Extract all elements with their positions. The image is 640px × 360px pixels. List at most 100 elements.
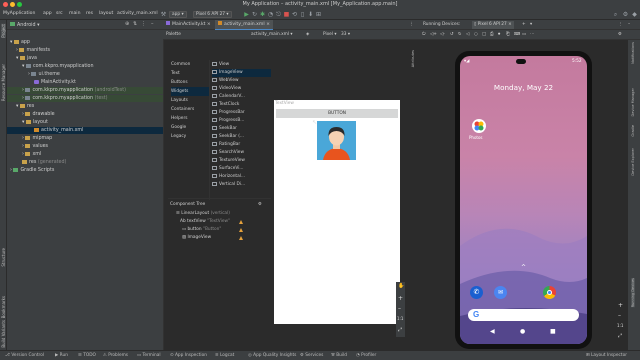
palette-widget[interactable]: TextureView (212, 157, 271, 165)
project-tool-tab[interactable]: Project (1, 24, 6, 38)
keyboard-icon[interactable]: ⌨ (514, 31, 520, 39)
palette-widget[interactable]: SeekBar (... (212, 133, 271, 141)
chrome-app-icon[interactable] (543, 286, 556, 299)
tool-logcat[interactable]: ≡ Logcat (215, 353, 234, 359)
sync-gradle-icon[interactable]: ⟲ (291, 11, 298, 18)
tree-item-res[interactable]: ▾ res (7, 103, 163, 110)
palette-category-helpers[interactable]: Helpers (171, 114, 209, 123)
palette-widget[interactable]: SearchView (212, 149, 271, 157)
component-item-imageview[interactable]: ▨ ImageView (182, 234, 211, 241)
attributes-side-tab[interactable]: Attributes (411, 50, 418, 80)
palette-widget[interactable]: ProgressB... (212, 117, 271, 125)
palette-category-text[interactable]: Text (171, 69, 209, 78)
messages-app-icon[interactable]: ✉ (494, 286, 507, 299)
settings-gear-icon[interactable]: ⚙ (622, 11, 629, 18)
palette-category-buttons[interactable]: Buttons (171, 78, 209, 87)
tool-services[interactable]: ⚙ Services (300, 353, 323, 359)
gradle-tool-tab[interactable]: Gradle (631, 125, 635, 137)
tool-version-control[interactable]: ⎇ Version Control (5, 353, 44, 359)
zoom-to-fit-icon[interactable]: ⤢ (398, 327, 402, 333)
bookmarks-tool-tab[interactable]: Bookmarks (1, 296, 6, 318)
device-tab[interactable]: ▯ Pixel 6 API 27 × (472, 21, 514, 29)
tree-item-package-test[interactable]: › com.kkpro.myapplication (test) (7, 95, 163, 102)
palette-category-layouts[interactable]: Layouts (171, 96, 209, 105)
add-device-icon[interactable]: + (522, 21, 526, 29)
zoom-to-fit-icon[interactable]: ⤢ (618, 333, 622, 339)
tool-run[interactable]: ▶ Run (55, 353, 68, 359)
record-icon[interactable]: ⏺ (498, 31, 500, 39)
tab-mainactivity[interactable]: MainActivity.kt × (163, 20, 214, 30)
palette-widget[interactable]: SeekBar (212, 125, 271, 133)
tree-item-activity-main-xml[interactable]: activity_main.xml (7, 127, 163, 134)
palette-category-google[interactable]: Google (171, 123, 209, 132)
home-icon[interactable]: ○ (474, 31, 478, 39)
refresh-icon[interactable]: ↻ (251, 11, 258, 18)
file-selector[interactable]: activity_main.xml ▾ (251, 31, 293, 39)
layout-inspector-icon[interactable]: ⊞ (315, 11, 322, 18)
preview-textview[interactable]: TextView (275, 101, 294, 106)
settings-gear-icon[interactable]: ⚙ (618, 31, 622, 39)
tree-item-values[interactable]: › values (7, 143, 163, 150)
volume-down-icon[interactable]: ◁- (440, 31, 445, 39)
tree-item-res-generated[interactable]: res (generated) (7, 159, 163, 166)
breadcrumb-main[interactable]: main (69, 11, 80, 16)
tree-item-manifests[interactable]: › manifests (7, 47, 163, 54)
breadcrumb-layout[interactable]: layout (99, 11, 113, 16)
device-dropdown-icon[interactable]: ▾ (530, 21, 532, 29)
breadcrumb-app[interactable]: app (43, 11, 52, 16)
palette-widget[interactable]: RatingBar (212, 141, 271, 149)
emulator-screen[interactable]: 5:52 ▾◢ Monday, May 22 Photos ^ ✆ ✉ G ◀ … (460, 56, 587, 344)
stop-icon[interactable]: ■ (283, 11, 290, 18)
device-explorer-tool-tab[interactable]: Device Explorer (631, 148, 635, 176)
maximize-window-button[interactable] (17, 2, 22, 7)
extended-controls-icon[interactable]: ⋯ (530, 31, 534, 39)
tree-item-package-androidtest[interactable]: › com.kkpro.myapplication (androidTest) (7, 87, 163, 94)
hammer-icon[interactable]: ⚒ (160, 11, 167, 18)
notifications-tool-tab[interactable]: Notifications (631, 42, 635, 64)
collapse-all-icon[interactable]: ⇅ (133, 21, 137, 27)
preview-imageview[interactable] (317, 121, 356, 160)
zoom-out-icon[interactable]: – (398, 305, 401, 312)
tab-activity-main[interactable]: activity_main.xml × (215, 20, 273, 30)
tool-profiler[interactable]: ◔ Profiler (356, 353, 376, 359)
back-icon[interactable]: ◁ (466, 31, 469, 39)
palette-widget[interactable]: ImageView (212, 69, 271, 77)
palette-widget[interactable]: VideoView (212, 85, 271, 93)
tool-app-quality-insights[interactable]: ◎ App Quality Insights (248, 353, 296, 359)
palette-category-common[interactable]: Common (171, 60, 209, 69)
tool-todo[interactable]: ☰ TODO (78, 353, 96, 359)
tool-problems[interactable]: ⚠ Problems (103, 353, 128, 359)
component-item-button[interactable]: ▭ button "Button" (182, 226, 221, 233)
screenshot-icon[interactable]: ⎙ (490, 31, 493, 39)
palette-category-widgets[interactable]: Widgets (171, 87, 209, 96)
tree-item-drawable[interactable]: › drawable (7, 111, 163, 118)
structure-tool-tab[interactable]: Structure (1, 248, 6, 267)
api-selector[interactable]: 33 ▾ (341, 31, 350, 39)
component-item-linearlayout[interactable]: ☰ LinearLayout (vertical) (176, 210, 230, 217)
volume-up-icon[interactable]: ◁+ (430, 31, 437, 39)
tree-item-java[interactable]: ▾ java (7, 55, 163, 62)
breadcrumb-src[interactable]: src (56, 11, 63, 16)
snapshots-icon[interactable]: ⎗ (506, 31, 509, 39)
warning-icon[interactable] (239, 228, 243, 232)
tool-build[interactable]: ⚒ Build (331, 353, 347, 359)
sdk-manager-icon[interactable]: ⬇ (307, 11, 314, 18)
zoom-out-icon[interactable]: – (618, 312, 621, 319)
power-icon[interactable]: ⏻ (422, 31, 425, 39)
palette-widget[interactable]: Horizontal... (212, 173, 271, 181)
running-devices-tool-tab[interactable]: Running Devices (631, 278, 635, 308)
device-manager-icon[interactable]: ▯ (299, 11, 306, 18)
zoom-in-icon[interactable]: + (398, 295, 403, 302)
zoom-ratio-label[interactable]: 1:1 (617, 323, 623, 328)
hide-panel-icon[interactable]: – (151, 21, 154, 27)
search-everywhere-icon[interactable]: ⌕ (612, 11, 619, 18)
rotate-left-icon[interactable]: ↺ (450, 31, 454, 39)
tree-item-ui-theme[interactable]: › ui.theme (7, 71, 163, 78)
design-mode-icon[interactable]: ◈ (306, 31, 309, 39)
build-variants-tool-tab[interactable]: Build Variants (1, 320, 6, 348)
tree-item-xml[interactable]: › xml (7, 151, 163, 158)
nav-back-icon[interactable]: ◀ (490, 328, 495, 335)
locate-icon[interactable]: ⊕ (125, 21, 129, 27)
run-icon[interactable]: ▶ (243, 11, 250, 18)
tree-item-gradle-scripts[interactable]: › Gradle Scripts (7, 167, 163, 174)
